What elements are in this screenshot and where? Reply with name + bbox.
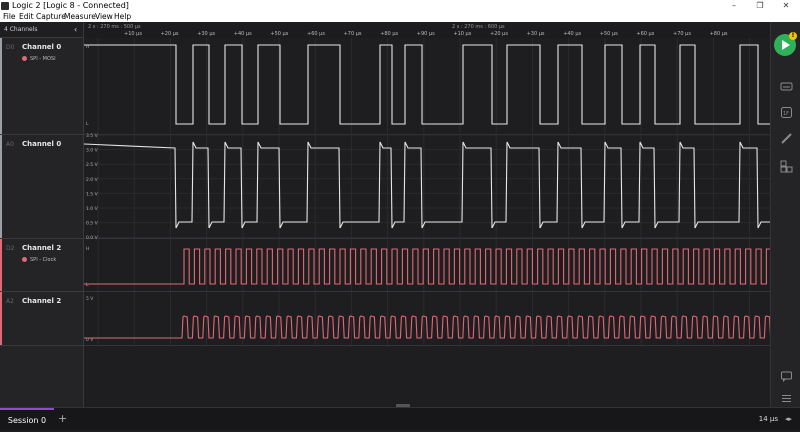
tick-label: +80 μs bbox=[380, 31, 398, 37]
zoom-arrows-icon[interactable]: ◂▸ bbox=[785, 408, 792, 430]
a0-axis-label: 3.5 V bbox=[86, 133, 99, 139]
channel-id: A2 bbox=[6, 298, 14, 305]
bottom-bar: Session 0 + 14 μs ◂▸ bbox=[0, 407, 800, 430]
time-label: 2 s : 270 ms : 500 μs bbox=[88, 24, 141, 30]
a2-high-label: 5 V bbox=[86, 296, 94, 302]
tick-labels: +10 μs +20 μs +30 μs +40 μs +50 μs +60 μ… bbox=[124, 31, 728, 37]
analyzer-icon[interactable]: 1F bbox=[780, 104, 793, 118]
channel-id: D2 bbox=[6, 245, 15, 252]
warning-badge: ! bbox=[789, 32, 797, 40]
analyzer-dot-icon bbox=[22, 56, 27, 61]
menu-edit[interactable]: Edit bbox=[19, 12, 34, 22]
tick-label: +10 μs bbox=[124, 31, 142, 37]
menu-file[interactable]: File bbox=[3, 12, 16, 22]
channel-accent bbox=[0, 38, 2, 134]
zoom-level: 14 μs bbox=[758, 415, 778, 423]
menu-bar: File Edit Capture Measure View Help bbox=[0, 12, 800, 22]
analyzer-name: SPI - Clock bbox=[30, 257, 57, 263]
menu-capture[interactable]: Capture bbox=[36, 12, 66, 22]
notes-icon[interactable] bbox=[780, 368, 793, 382]
tick-label: +40 μs bbox=[234, 31, 252, 37]
analyzer-dot-icon bbox=[22, 257, 27, 262]
waveform-icon[interactable] bbox=[780, 78, 793, 91]
tick-label: +40 μs bbox=[563, 31, 581, 37]
tick-label: +70 μs bbox=[344, 31, 362, 37]
tick-label: +30 μs bbox=[197, 31, 215, 37]
extensions-icon[interactable] bbox=[780, 158, 793, 173]
channel-row-a2[interactable]: A2 Channel 2 bbox=[0, 292, 83, 346]
analyzer-label[interactable]: SPI - MOSI bbox=[22, 56, 56, 62]
add-session-button[interactable]: + bbox=[58, 408, 67, 430]
tick-label: +80 μs bbox=[710, 31, 728, 37]
ruler-icon[interactable] bbox=[780, 130, 793, 144]
tick-label: +10 μs bbox=[453, 31, 471, 37]
channels-header: 4 Channels ‹ bbox=[0, 22, 83, 38]
tick-label: +20 μs bbox=[161, 31, 179, 37]
window-title: Logic 2 [Logic 8 - Connected] bbox=[12, 1, 129, 10]
a0-axis-label: 0.0 V bbox=[86, 235, 99, 241]
channel-name[interactable]: Channel 2 bbox=[22, 297, 61, 305]
channel-accent bbox=[0, 239, 2, 291]
menu-view[interactable]: View bbox=[95, 12, 113, 22]
a0-axis-label: 2.5 V bbox=[86, 162, 99, 168]
waveform-background bbox=[84, 22, 770, 407]
channel-accent bbox=[0, 292, 2, 345]
time-label: 2 s : 270 ms : 600 μs bbox=[452, 24, 505, 30]
waveform-view[interactable]: 2 s : 270 ms : 500 μs 2 s : 270 ms : 600… bbox=[84, 22, 770, 407]
d2-high-label: H bbox=[86, 246, 89, 252]
title-bar: Logic 2 [Logic 8 - Connected] – ❐ ✕ bbox=[0, 0, 800, 12]
tick-label: +60 μs bbox=[636, 31, 654, 37]
tick-label: +30 μs bbox=[527, 31, 545, 37]
a0-axis-label: 1.0 V bbox=[86, 206, 99, 212]
close-button[interactable]: ✕ bbox=[776, 0, 796, 12]
tick-label: +50 μs bbox=[600, 31, 618, 37]
session-tab[interactable]: Session 0 bbox=[0, 408, 54, 430]
tick-label: +50 μs bbox=[270, 31, 288, 37]
channel-row-a0[interactable]: A0 Channel 0 bbox=[0, 135, 83, 239]
channel-name[interactable]: Channel 0 bbox=[22, 140, 61, 148]
a0-axis-label: 1.5 V bbox=[86, 191, 99, 197]
channel-row-d0[interactable]: D0 Channel 0 SPI - MOSI bbox=[0, 38, 83, 135]
channel-row-d2[interactable]: D2 Channel 2 SPI - Clock bbox=[0, 239, 83, 292]
menu-icon[interactable] bbox=[780, 390, 793, 403]
tick-label: +90 μs bbox=[417, 31, 435, 37]
minimize-button[interactable]: – bbox=[724, 0, 744, 12]
channel-name[interactable]: Channel 2 bbox=[22, 244, 61, 252]
maximize-button[interactable]: ❐ bbox=[750, 0, 770, 12]
tick-label: +60 μs bbox=[307, 31, 325, 37]
a0-axis-label: 3.0 V bbox=[86, 148, 99, 154]
tick-label: +70 μs bbox=[673, 31, 691, 37]
a0-axis-label: 0.5 V bbox=[86, 221, 99, 227]
app-icon bbox=[1, 2, 9, 10]
channel-accent bbox=[0, 135, 2, 238]
chevron-left-icon[interactable]: ‹ bbox=[74, 22, 77, 37]
analyzer-label[interactable]: SPI - Clock bbox=[22, 257, 56, 263]
svg-text:1F: 1F bbox=[783, 111, 789, 117]
analyzer-name: SPI - MOSI bbox=[30, 56, 56, 62]
a0-axis-label: 2.0 V bbox=[86, 177, 99, 183]
channel-id: A0 bbox=[6, 141, 14, 148]
right-toolbar: ! 1F bbox=[770, 22, 800, 407]
menu-measure[interactable]: Measure bbox=[64, 12, 96, 22]
tick-label: +20 μs bbox=[490, 31, 508, 37]
menu-help[interactable]: Help bbox=[114, 12, 131, 22]
channel-count: 4 Channels bbox=[4, 26, 38, 33]
channel-id: D0 bbox=[6, 44, 15, 51]
channel-name[interactable]: Channel 0 bbox=[22, 43, 61, 51]
